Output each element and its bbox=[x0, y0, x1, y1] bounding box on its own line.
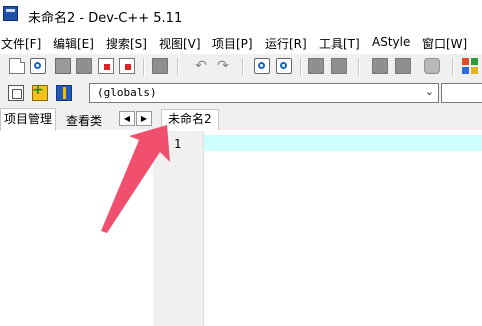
replace-icon[interactable] bbox=[276, 58, 292, 74]
find-icon[interactable] bbox=[254, 58, 270, 74]
toolbar-separator bbox=[452, 58, 454, 76]
open-icon[interactable] bbox=[30, 58, 46, 74]
toolbar-separator bbox=[143, 58, 145, 76]
comment-icon[interactable] bbox=[424, 58, 440, 74]
undo-icon[interactable]: ↶ bbox=[193, 58, 209, 74]
symbol-combo[interactable] bbox=[441, 83, 482, 103]
new-project-icon[interactable] bbox=[8, 85, 24, 101]
title-bar: 未命名2 - Dev-C++ 5.11 bbox=[0, 0, 482, 34]
left-panel: 项目管理 查看类 bbox=[0, 108, 160, 326]
save-all-icon[interactable] bbox=[76, 58, 92, 74]
close-all-icon[interactable] bbox=[119, 58, 135, 74]
tab-project-manager[interactable]: 项目管理 bbox=[0, 108, 57, 131]
line-number-gutter: 1 bbox=[159, 131, 204, 326]
line-number: 1 bbox=[174, 137, 182, 151]
close-file-icon[interactable] bbox=[98, 58, 114, 74]
main-toolbar: ↶ ↷ bbox=[0, 54, 482, 80]
toolbar-separator bbox=[358, 58, 360, 76]
new-file-icon[interactable] bbox=[9, 58, 25, 74]
code-editor[interactable] bbox=[204, 131, 482, 326]
tab-scroll-buttons: ◀ ▶ bbox=[119, 111, 155, 126]
goto-bookmark-icon[interactable] bbox=[395, 58, 411, 74]
toolbar-separator bbox=[300, 58, 302, 76]
scope-combo[interactable]: (globals) ⌄ bbox=[89, 83, 439, 103]
toolbar-separator bbox=[242, 58, 244, 76]
editor-tab-untitled2[interactable]: 未命名2 bbox=[161, 109, 219, 130]
scope-combo-value: (globals) bbox=[97, 86, 157, 99]
print-icon[interactable] bbox=[152, 58, 168, 74]
menu-edit[interactable]: 编辑[E] bbox=[53, 35, 94, 52]
class-browser-icon[interactable] bbox=[56, 85, 72, 101]
add-to-project-icon[interactable] bbox=[32, 82, 48, 101]
compile-run-icon[interactable] bbox=[462, 58, 478, 74]
menu-file[interactable]: 文件[F] bbox=[1, 35, 41, 52]
devcpp-app-icon bbox=[3, 6, 18, 21]
window-title: 未命名2 - Dev-C++ 5.11 bbox=[28, 11, 183, 26]
chevron-down-icon[interactable]: ⌄ bbox=[425, 85, 434, 98]
tab-class-view[interactable]: 查看类 bbox=[63, 111, 105, 130]
redo-icon[interactable]: ↷ bbox=[215, 58, 231, 74]
save-icon[interactable] bbox=[55, 58, 71, 74]
current-line-highlight bbox=[204, 135, 482, 151]
menu-astyle[interactable]: AStyle bbox=[372, 35, 410, 49]
scroll-left-button[interactable]: ◀ bbox=[119, 111, 135, 126]
menu-project[interactable]: 项目[P] bbox=[212, 35, 253, 52]
toggle-bookmark-icon[interactable] bbox=[372, 58, 388, 74]
menu-search[interactable]: 搜索[S] bbox=[106, 35, 147, 52]
indent-icon[interactable] bbox=[308, 58, 324, 74]
toolbar-separator bbox=[177, 58, 179, 76]
menu-run[interactable]: 运行[R] bbox=[265, 35, 307, 52]
menu-window[interactable]: 窗口[W] bbox=[422, 35, 467, 52]
menu-view[interactable]: 视图[V] bbox=[159, 35, 201, 52]
unindent-icon[interactable] bbox=[331, 58, 347, 74]
editor-tabstrip: 未命名2 bbox=[159, 108, 482, 130]
menu-tools[interactable]: 工具[T] bbox=[319, 35, 360, 52]
menu-bar: 文件[F] 编辑[E] 搜索[S] 视图[V] 项目[P] 运行[R] 工具[T… bbox=[0, 34, 482, 54]
scroll-right-button[interactable]: ▶ bbox=[136, 111, 152, 126]
